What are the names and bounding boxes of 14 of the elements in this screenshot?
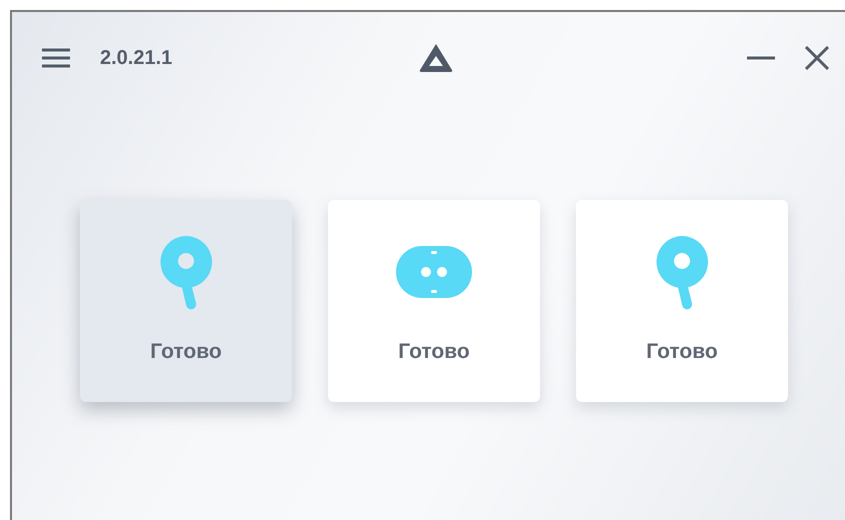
device-card[interactable]: Готово (328, 200, 540, 402)
logo-icon (418, 42, 454, 74)
menu-icon[interactable] (42, 48, 70, 68)
close-button[interactable] (805, 46, 829, 70)
device-card[interactable]: Готово (80, 200, 292, 402)
device-card[interactable]: Готово (576, 200, 788, 402)
headset-icon (396, 246, 472, 298)
minimize-button[interactable] (747, 56, 775, 60)
status-label: Готово (150, 340, 222, 364)
version-label: 2.0.21.1 (100, 46, 172, 70)
status-label: Готово (646, 340, 718, 364)
status-label: Готово (398, 340, 470, 364)
controller-icon (654, 234, 710, 310)
controller-icon (158, 234, 214, 310)
